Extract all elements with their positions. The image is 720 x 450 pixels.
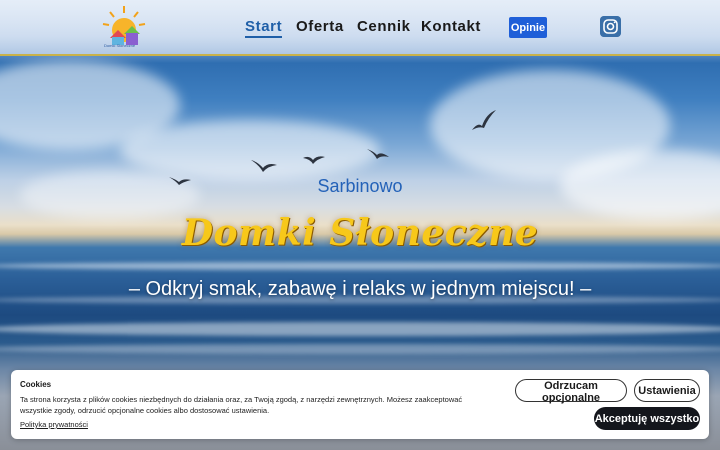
nav-oferta[interactable]: Oferta <box>296 18 344 38</box>
opinie-button[interactable]: Opinie <box>509 17 547 38</box>
accept-all-button[interactable]: Akceptuję wszystko <box>594 407 700 430</box>
site-header: Domki Słoneczne Start Oferta Cennik Kont… <box>0 0 720 56</box>
cookie-title: Cookies <box>20 380 52 389</box>
hero-tagline: – Odkryj smak, zabawę i relaks w jednym … <box>128 278 592 300</box>
seagull-icon <box>251 160 277 172</box>
instagram-icon[interactable] <box>600 16 621 37</box>
seagull-icon <box>303 156 325 164</box>
nav-cennik[interactable]: Cennik <box>357 18 411 38</box>
seagull-icon <box>367 149 389 159</box>
hero-title: Domki Słoneczne <box>181 212 539 254</box>
privacy-policy-link[interactable]: Polityka prywatności <box>20 420 88 429</box>
reject-optional-button[interactable]: Odrzucam opcjonalne <box>515 379 627 404</box>
logo-text: Domki Słoneczne <box>104 43 136 48</box>
settings-button[interactable]: Ustawienia <box>634 379 700 402</box>
nav-start[interactable]: Start <box>245 18 283 38</box>
cookie-banner: Cookies Ta strona korzysta z plików cook… <box>11 370 709 439</box>
cookie-text: Ta strona korzysta z plików cookies niez… <box>20 395 463 415</box>
hero-location: Sarbinowo <box>317 176 403 196</box>
seagull-icon <box>472 110 496 130</box>
nav-kontakt[interactable]: Kontakt <box>421 18 481 38</box>
